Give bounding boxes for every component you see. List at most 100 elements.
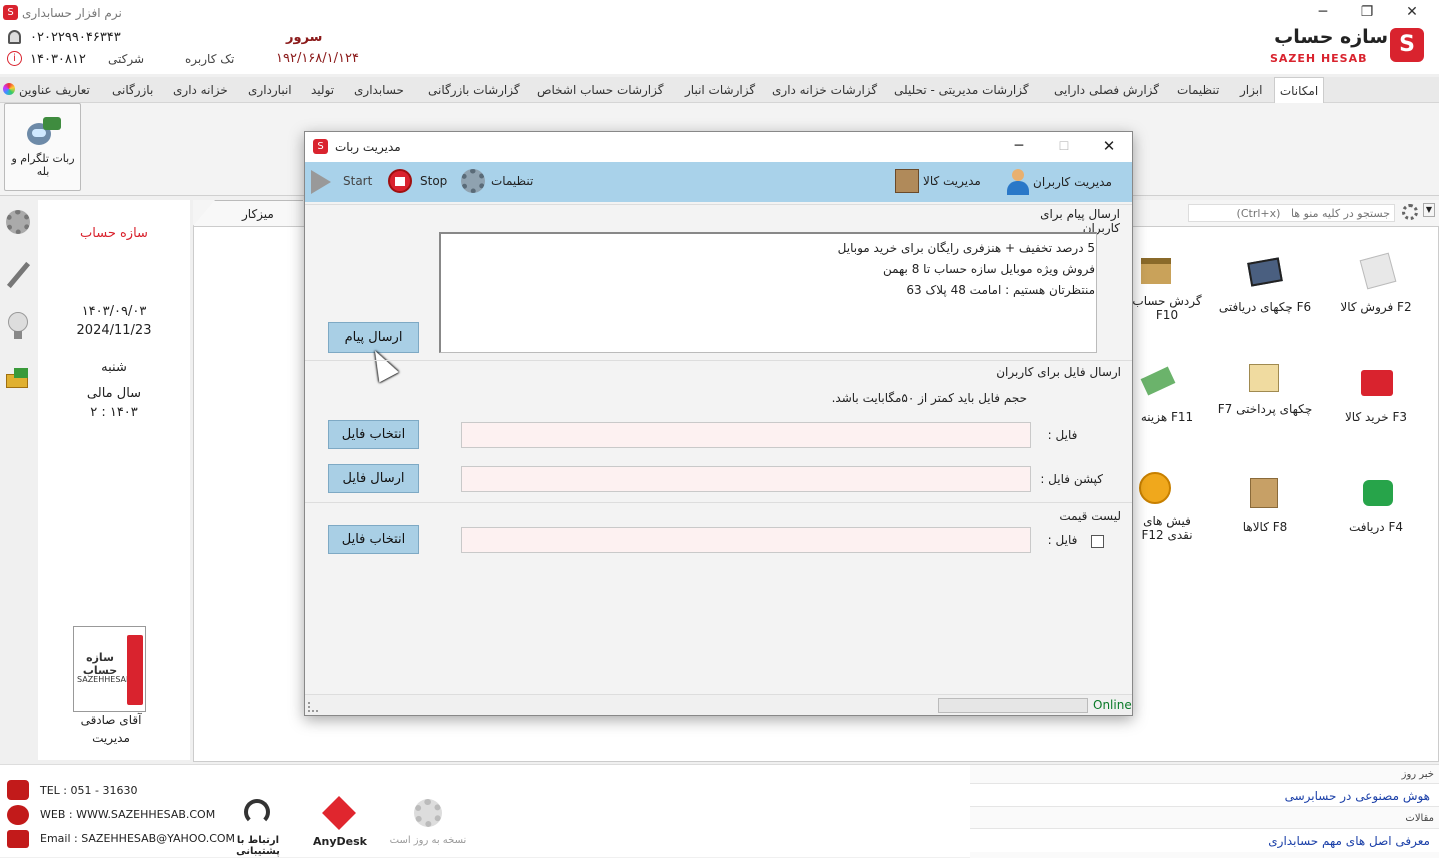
dialog-close-button[interactable]: ✕ [1095,136,1123,158]
logo-mark-icon [127,635,143,705]
wrench-icon[interactable] [4,258,32,292]
stop-button[interactable]: Stop [388,169,452,195]
window-title: نرم افزار حسابداری [22,6,122,20]
shortcut-sales[interactable]: F2 فروش کالا [1333,252,1419,320]
price-list-choose-file-button[interactable]: انتخاب فایل [328,525,419,554]
shortcut-cash-slips[interactable]: فیش های نقدی F12 [1129,472,1205,542]
tab-label: گزارشات انبار [685,83,756,97]
user-name: آقای صادقی [80,713,142,727]
search-settings-gear-icon[interactable] [1402,204,1418,220]
tab-settings[interactable]: تنظیمات [1177,77,1219,103]
choose-file-button[interactable]: انتخاب فایل [328,420,419,449]
user-icon [1007,169,1029,195]
news-panel: خبر روز هوش مصنوعی در حسابرسی مقالات معر… [970,765,1439,858]
mail-icon [7,830,29,848]
maximize-button[interactable]: ❐ [1345,2,1389,24]
dialog-minimize-button[interactable]: ─ [1005,136,1033,158]
single-user-label: تک کاربره [185,52,235,66]
tab-management-reports[interactable]: گزارشات مدیریتی - تحلیلی [894,77,1029,103]
message-textarea[interactable]: 5 درصد تخفیف + هنزفری رایگان برای خرید م… [439,232,1097,353]
tab-commerce[interactable]: بازرگانی [112,77,153,103]
account-turnover-icon [1141,258,1171,284]
update-status[interactable]: نسخه به روز است [386,795,470,851]
tab-warehousing[interactable]: انبارداری [248,77,292,103]
lightbulb-icon[interactable] [8,312,28,340]
shortcut-label: فیش های نقدی F12 [1141,514,1193,542]
shortcut-received-checks[interactable]: F6 چکهای دریافتی [1213,256,1317,320]
tab-persons-reports[interactable]: گزارشات حساب اشخاص [537,77,663,103]
fiscal-year-label: سال مالی [86,386,142,401]
stop-label: Stop [420,174,448,188]
send-file-button[interactable]: ارسال فایل [328,464,419,493]
shortcut-goods[interactable]: F8 کالاها [1217,476,1313,540]
send-file-label: ارسال فایل [342,471,405,486]
tab-treasury-reports[interactable]: گزارشات خزانه داری [772,77,877,103]
resize-grip-icon[interactable] [308,702,318,712]
tab-features[interactable]: امکانات [1274,77,1324,103]
logo-text-en: SAZEH HESAB [1270,52,1368,65]
settings-button[interactable]: تنظیمات [461,169,535,195]
price-list-file-field[interactable] [461,527,1031,553]
tab-tools[interactable]: ابزار [1240,77,1262,103]
users-management-button[interactable]: مدیریت کاربران [1005,169,1125,197]
server-ip: ۱۹۲/۱۶۸/۱/۱۲۴ [276,51,359,66]
start-button[interactable]: Start [311,170,375,194]
shortcut-label: F8 کالاها [1242,520,1288,534]
price-list-choose-label: انتخاب فایل [341,532,406,547]
shortcut-label: چکهای پرداختی F7 [1217,402,1313,416]
support-button[interactable]: ارتباط با پشتیبانی [218,795,298,857]
file-path-field[interactable] [461,422,1031,448]
tab-treasury[interactable]: خزانه داری [173,77,228,103]
telegram-bot-label: ربات تلگرام و بله [11,152,75,178]
news-item[interactable]: هوش مصنوعی در حسابرسی [1170,789,1430,803]
articles-title: مقالات [1405,813,1434,824]
money-icon[interactable] [6,368,30,390]
avatar-card-en: SAZEHHESAB [77,675,132,684]
tab-production[interactable]: تولید [311,77,334,103]
start-label: Start [343,174,373,188]
shortcut-paid-checks[interactable]: چکهای پرداختی F7 [1217,362,1313,432]
desktop-tab[interactable]: میزکار [193,200,303,226]
price-list-checkbox[interactable] [1091,535,1104,548]
shortcut-expense[interactable]: F11 هزینه [1129,366,1205,430]
shortcut-receive[interactable]: F4 دریافت [1333,476,1419,540]
file-caption-field[interactable] [461,466,1031,492]
anydesk-button[interactable]: AnyDesk [310,795,370,851]
send-message-button[interactable]: ارسال پیام [328,322,419,353]
news-item-row[interactable]: هوش مصنوعی در حسابرسی [970,783,1439,807]
shortcut-purchase[interactable]: F3 خرید کالا [1333,366,1419,430]
tab-inventory-reports[interactable]: گزارشات انبار [685,77,755,103]
telegram-bot-button[interactable]: ربات تلگرام و بله [4,103,81,191]
message-line: 5 درصد تخفیف + هنزفری رایگان برای خرید م… [837,241,1095,255]
weekday: شنبه [101,360,127,375]
close-button[interactable]: ✕ [1390,2,1434,24]
brand-name-text: سازه حساب [80,226,148,241]
tab-commerce-reports[interactable]: گزارشات بازرگانی [428,77,520,103]
dialog-title: مدیریت ربات [335,140,401,154]
users-management-label: مدیریت کاربران [1033,175,1112,189]
goods-management-button[interactable]: مدیریت کالا [895,169,985,195]
tab-definitions[interactable]: تعاریف عناوین [19,77,90,103]
expense-icon [1140,366,1176,396]
message-section: ارسال پیام برای کاربران 5 درصد تخفیف + ه… [305,204,1132,383]
user-avatar: سازه حساب SAZEHHESAB [73,626,146,712]
settings-gear-icon[interactable] [6,210,30,234]
menu-search-input[interactable] [1188,204,1395,222]
shortcut-label: F4 دریافت [1348,520,1403,534]
article-item[interactable]: معرفی اصل های مهم حسابداری [1170,834,1430,848]
tab-accounting[interactable]: حسابداری [354,77,404,103]
footer-tel: TEL : 051 - 31630 [40,784,138,797]
goods-icon [1250,478,1278,508]
info-bar: ۰۲۰۲۲۹۹۰۴۶۳۴۳ i ۱۴۰۳۰۸۱۲ شرکتی تک کاربره… [0,26,1439,74]
minimize-button[interactable]: ─ [1301,2,1345,24]
robot-management-dialog: S مدیریت ربات ─ ☐ ✕ Start Stop تنظیمات م… [304,131,1133,716]
logo-mark-icon: S [1390,28,1424,62]
shortcut-account-turnover[interactable]: گردش حساب F10 [1129,256,1205,326]
dialog-maximize-button[interactable]: ☐ [1050,136,1078,158]
dropdown-arrow-icon[interactable]: ▼ [1423,203,1435,217]
tab-seasonal-report[interactable]: گزارش فصلی دارایی [1054,77,1159,103]
title-bar: S نرم افزار حسابداری ─ ❐ ✕ [0,0,1439,26]
app-logo-icon: S [313,139,328,154]
tab-label: انبارداری [248,83,292,97]
article-item-row[interactable]: معرفی اصل های مهم حسابداری [970,828,1439,852]
